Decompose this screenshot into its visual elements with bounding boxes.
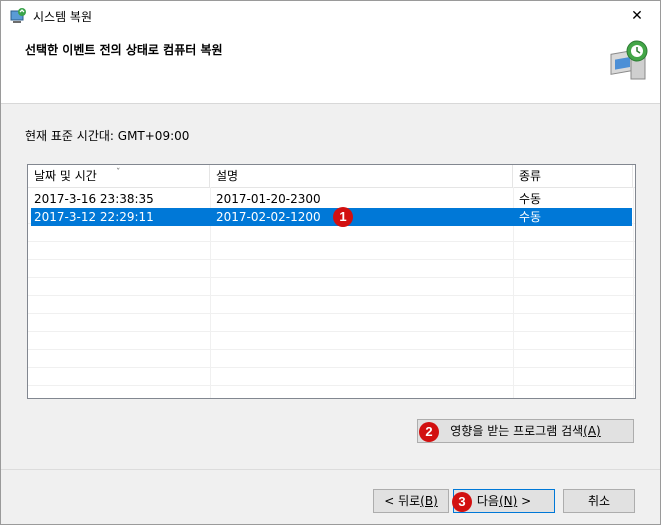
table-header: 날짜 및 시간 ˇ 설명 종류 — [28, 165, 635, 188]
cancel-button[interactable]: 취소 — [563, 489, 635, 513]
timezone-label: 현재 표준 시간대: GMT+09:00 — [25, 129, 190, 143]
row-divider — [28, 385, 635, 386]
callout-badge-1: 1 — [333, 207, 353, 227]
back-button[interactable]: < 뒤로(B) — [373, 489, 449, 513]
title-bar: 시스템 복원 ✕ — [1, 1, 660, 31]
callout-badge-3: 3 — [452, 492, 472, 512]
row-divider — [28, 349, 635, 350]
cell-description: 2017-02-02-1200 — [216, 210, 321, 224]
window-title: 시스템 복원 — [33, 10, 93, 24]
row-divider — [28, 259, 635, 260]
row-divider — [28, 241, 635, 242]
column-header-type[interactable]: 종류 — [513, 165, 633, 187]
column-header-description[interactable]: 설명 — [210, 165, 513, 187]
close-icon: ✕ — [631, 8, 643, 24]
scan-affected-programs-button[interactable]: 영향을 받는 프로그램 검색(A) — [417, 419, 634, 443]
restore-computer-icon — [607, 39, 653, 85]
callout-badge-2: 2 — [419, 422, 439, 442]
row-divider — [28, 331, 635, 332]
restore-points-table[interactable]: 날짜 및 시간 ˇ 설명 종류 2017-3-16 23:38:35 2017-… — [27, 164, 636, 399]
cell-date: 2017-3-16 23:38:35 — [34, 192, 154, 206]
footer-divider — [1, 469, 660, 470]
cell-description: 2017-01-20-2300 — [216, 192, 321, 206]
table-row[interactable]: 2017-3-16 23:38:35 2017-01-20-2300 수동 — [28, 190, 635, 208]
sort-caret-icon: ˇ — [116, 168, 121, 178]
wizard-header: 선택한 이벤트 전의 상태로 컴퓨터 복원 — [1, 31, 660, 104]
system-restore-icon — [9, 7, 27, 25]
column-header-date[interactable]: 날짜 및 시간 ˇ — [28, 165, 210, 187]
row-divider — [28, 367, 635, 368]
row-divider — [28, 313, 635, 314]
cell-type: 수동 — [519, 210, 542, 224]
row-divider — [28, 295, 635, 296]
page-title: 선택한 이벤트 전의 상태로 컴퓨터 복원 — [25, 43, 223, 57]
close-button[interactable]: ✕ — [614, 1, 660, 31]
cell-type: 수동 — [519, 192, 542, 206]
table-row-selected[interactable]: 2017-3-12 22:29:11 2017-02-02-1200 수동 — [31, 208, 632, 226]
cell-date: 2017-3-12 22:29:11 — [34, 210, 154, 224]
system-restore-window: 시스템 복원 ✕ 선택한 이벤트 전의 상태로 컴퓨터 복원 현재 표준 시간대… — [0, 0, 661, 525]
row-divider — [28, 277, 635, 278]
